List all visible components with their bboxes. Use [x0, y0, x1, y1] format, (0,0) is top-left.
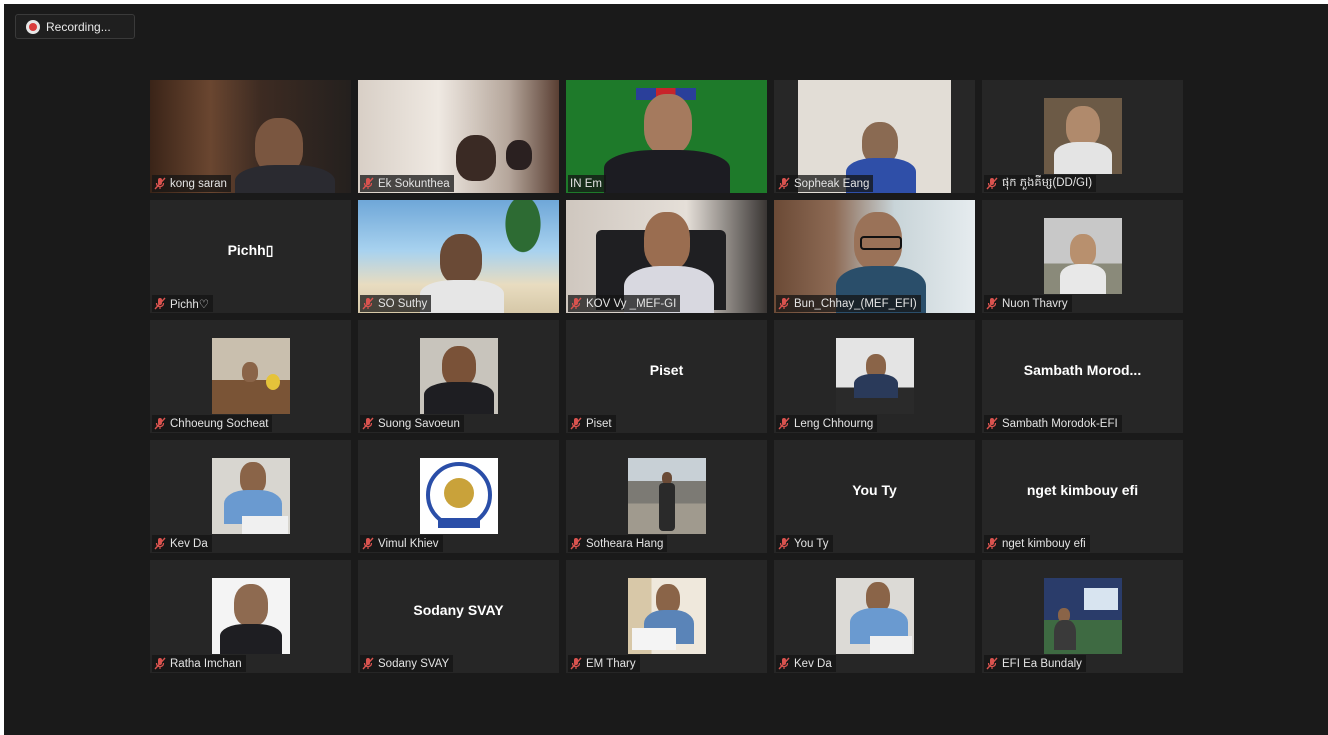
participant-photo [627, 578, 706, 654]
muted-mic-icon [154, 177, 166, 190]
participant-name-label: Sotheara Hang [568, 535, 668, 552]
participant-name-label: Sambath Morodok-EFI [984, 415, 1122, 432]
participant-tile[interactable]: Vimul Khiev [358, 440, 559, 553]
participant-photo [211, 338, 290, 414]
participant-name-label: Bun_Chhay_(MEF_EFI) [776, 295, 921, 312]
participant-tile[interactable]: Sambath Morod... Sambath Morodok-EFI [982, 320, 1183, 433]
participant-photo [211, 458, 290, 534]
participant-name-label: kong saran [152, 175, 231, 192]
participant-display-name: Piset [649, 362, 684, 378]
participant-tile[interactable]: Chhoeung Socheat [150, 320, 351, 433]
participant-tile[interactable]: Suong Savoeun [358, 320, 559, 433]
participant-tile[interactable]: Kev Da [150, 440, 351, 553]
participant-tile[interactable]: Nuon Thavry [982, 200, 1183, 313]
muted-mic-icon [362, 657, 374, 670]
participant-tile[interactable]: Ek Sokunthea [358, 80, 559, 193]
participant-name-label: Nuon Thavry [984, 295, 1072, 312]
participant-tile[interactable]: EM Thary [566, 560, 767, 673]
muted-mic-icon [570, 417, 582, 430]
participant-name-label: Pichh♡ [152, 295, 214, 312]
participant-name-label: Kev Da [776, 655, 836, 672]
recording-icon [26, 19, 40, 34]
participant-tile[interactable]: Sopheak Eang [774, 80, 975, 193]
muted-mic-icon [986, 297, 998, 310]
participant-name-label: Ek Sokunthea [360, 175, 454, 192]
participant-name-label: Chhoeung Socheat [152, 415, 273, 432]
muted-mic-icon [154, 657, 166, 670]
muted-mic-icon [986, 657, 998, 670]
participant-name-label: Suong Savoeun [360, 415, 464, 432]
muted-mic-icon [778, 537, 790, 550]
participant-photo [835, 578, 914, 654]
participant-tile[interactable]: Sodany SVAY Sodany SVAY [358, 560, 559, 673]
participant-tile[interactable]: Leng Chhourng [774, 320, 975, 433]
muted-mic-icon [778, 417, 790, 430]
participant-tile[interactable]: kong saran [150, 80, 351, 193]
participant-display-name: nget kimbouy efi [1026, 482, 1139, 498]
participant-name-label: IN Em [568, 175, 606, 192]
participant-photo [1043, 218, 1122, 294]
participant-tile[interactable]: EFI Ea Bundaly [982, 560, 1183, 673]
recording-indicator[interactable]: Recording... [15, 14, 135, 39]
muted-mic-icon [154, 297, 166, 310]
gallery-grid: kong saran Ek Sokunthea IN Em Sopheak Ea… [150, 80, 1183, 673]
muted-mic-icon [154, 537, 166, 550]
muted-mic-icon [778, 177, 790, 190]
muted-mic-icon [778, 297, 790, 310]
muted-mic-icon [986, 417, 998, 430]
participant-name-label: SO Suthy [360, 295, 432, 312]
meeting-window: Recording... kong saran Ek Sokunthea IN … [4, 4, 1328, 735]
muted-mic-icon [986, 537, 998, 550]
participant-tile[interactable]: Bun_Chhay_(MEF_EFI) [774, 200, 975, 313]
participant-tile[interactable]: ផុក ភួងគីម្ស(DD/GI) [982, 80, 1183, 193]
muted-mic-icon [362, 177, 374, 190]
participant-tile[interactable]: Piset Piset [566, 320, 767, 433]
participant-name-label: EM Thary [568, 655, 640, 672]
participant-photo [835, 338, 914, 414]
participant-tile[interactable]: Ratha Imchan [150, 560, 351, 673]
participant-photo [419, 338, 498, 414]
participant-tile[interactable]: You Ty You Ty [774, 440, 975, 553]
participant-tile[interactable]: SO Suthy [358, 200, 559, 313]
participant-display-name: Pichh▯ [227, 241, 274, 258]
participant-photo [627, 458, 706, 534]
participant-display-name: Sodany SVAY [413, 602, 504, 618]
participant-name-label: You Ty [776, 535, 833, 552]
participant-photo [1043, 98, 1122, 174]
participant-name-label: ផុក ភួងគីម្ស(DD/GI) [984, 175, 1097, 192]
participant-name-label: Sopheak Eang [776, 175, 874, 192]
muted-mic-icon [154, 417, 166, 430]
participant-tile[interactable]: nget kimbouy efi nget kimbouy efi [982, 440, 1183, 553]
muted-mic-icon [986, 177, 998, 190]
participant-name-label: nget kimbouy efi [984, 535, 1090, 552]
participant-photo [211, 578, 290, 654]
participant-name-label: EFI Ea Bundaly [984, 655, 1086, 672]
muted-mic-icon [362, 537, 374, 550]
participant-tile[interactable]: Pichh▯ Pichh♡ [150, 200, 351, 313]
participant-display-name: Sambath Morod... [1023, 362, 1142, 378]
participant-name-label: Ratha Imchan [152, 655, 246, 672]
participant-display-name: You Ty [852, 482, 897, 498]
participant-name-label: Kev Da [152, 535, 212, 552]
participant-logo [419, 458, 498, 534]
muted-mic-icon [362, 417, 374, 430]
participant-photo [1043, 578, 1122, 654]
muted-mic-icon [570, 537, 582, 550]
muted-mic-icon [362, 297, 374, 310]
participant-tile[interactable]: KOV Vy _MEF-GI [566, 200, 767, 313]
participant-name-label: Piset [568, 415, 616, 432]
participant-name-label: KOV Vy _MEF-GI [568, 295, 681, 312]
participant-name-label: Vimul Khiev [360, 535, 443, 552]
participant-name-label: Leng Chhourng [776, 415, 878, 432]
participant-tile[interactable]: Sotheara Hang [566, 440, 767, 553]
muted-mic-icon [778, 657, 790, 670]
participant-tile[interactable]: Kev Da [774, 560, 975, 673]
participant-tile-active-speaker[interactable]: IN Em [566, 80, 767, 193]
participant-name-label: Sodany SVAY [360, 655, 454, 672]
recording-label: Recording... [46, 19, 111, 34]
muted-mic-icon [570, 657, 582, 670]
muted-mic-icon [570, 297, 582, 310]
